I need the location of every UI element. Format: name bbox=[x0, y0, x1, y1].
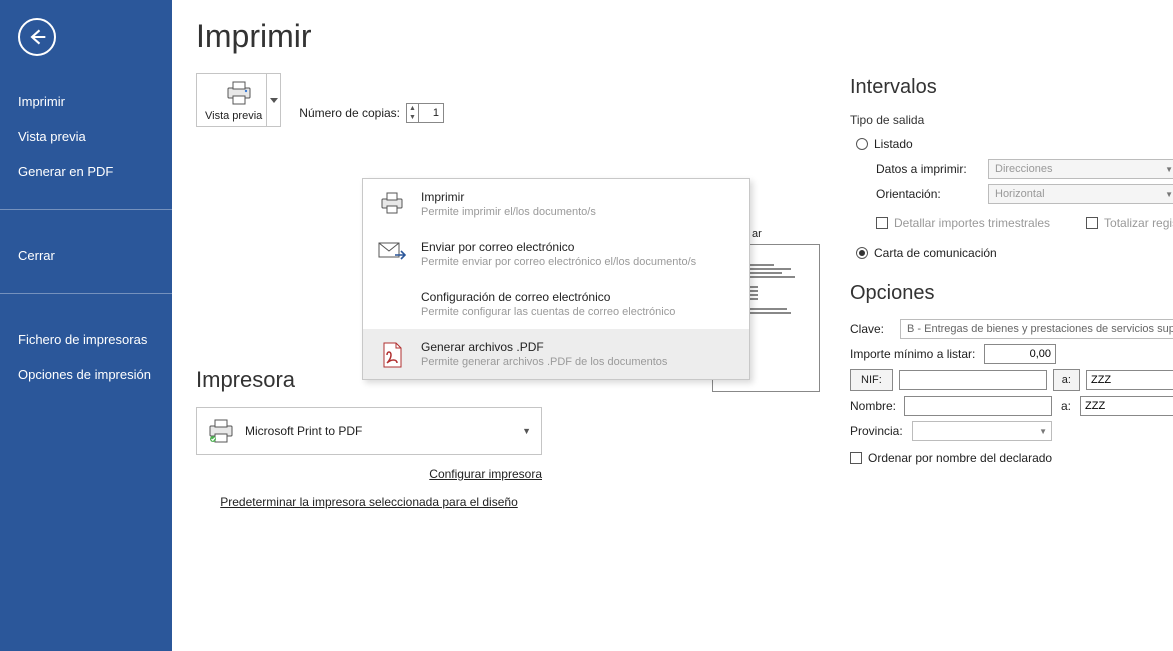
checkbox-icon bbox=[850, 452, 862, 464]
printer-selector[interactable]: Microsoft Print to PDF ▼ bbox=[196, 407, 542, 455]
checkbox-icon bbox=[876, 217, 888, 229]
copies-label: Número de copias: bbox=[299, 106, 400, 120]
tipo-salida-label: Tipo de salida bbox=[850, 113, 1173, 127]
radio-icon bbox=[856, 138, 868, 150]
datos-imprimir-label: Datos a imprimir: bbox=[876, 162, 980, 176]
nif-a-button[interactable]: a: bbox=[1053, 369, 1080, 391]
chevron-down-icon: ▼ bbox=[1165, 165, 1173, 174]
dropdown-item-title: Imprimir bbox=[421, 190, 596, 204]
radio-carta[interactable]: Carta de comunicación bbox=[856, 246, 1173, 260]
chevron-down-icon: ▼ bbox=[1039, 427, 1047, 436]
datos-imprimir-combo[interactable]: Direcciones ▼ bbox=[988, 159, 1173, 179]
intervalos-heading: Intervalos bbox=[850, 76, 1173, 99]
dropdown-item-generar-pdf[interactable]: Generar archivos .PDF Permite generar ar… bbox=[363, 329, 749, 379]
radio-icon bbox=[856, 247, 868, 259]
dropdown-item-title: Generar archivos .PDF bbox=[421, 340, 667, 354]
chk-detallar[interactable]: Detallar importes trimestrales bbox=[876, 216, 1050, 230]
nombre-to-input[interactable] bbox=[1080, 396, 1173, 416]
clave-combo[interactable]: B - Entregas de bienes y prestaciones de… bbox=[900, 319, 1173, 339]
dropdown-item-title: Enviar por correo electrónico bbox=[421, 240, 696, 254]
radio-listado-label: Listado bbox=[874, 137, 913, 151]
printer-icon bbox=[224, 80, 254, 106]
dropdown-item-subtitle: Permite generar archivos .PDF de los doc… bbox=[421, 356, 667, 368]
configurar-impresora-link[interactable]: Configurar impresora bbox=[429, 467, 542, 481]
dropdown-item-subtitle: Permite imprimir el/los documento/s bbox=[421, 206, 596, 218]
printer-ready-icon bbox=[207, 419, 235, 443]
nif-from-input[interactable] bbox=[899, 370, 1047, 390]
vista-previa-button[interactable]: Vista previa bbox=[196, 73, 281, 127]
orientacion-label: Orientación: bbox=[876, 187, 980, 201]
spinner-down[interactable]: ▼ bbox=[407, 113, 418, 122]
sidebar-item-opciones-impresion[interactable]: Opciones de impresión bbox=[0, 357, 172, 392]
nif-to-input[interactable] bbox=[1086, 370, 1173, 390]
sidebar: Imprimir Vista previa Generar en PDF Cer… bbox=[0, 0, 172, 651]
dropdown-item-subtitle: Permite configurar las cuentas de correo… bbox=[421, 306, 675, 318]
back-button[interactable] bbox=[18, 18, 56, 56]
preview-dropdown-menu: Imprimir Permite imprimir el/los documen… bbox=[362, 178, 750, 380]
spinner-up[interactable]: ▲ bbox=[407, 104, 418, 113]
clave-label: Clave: bbox=[850, 322, 894, 336]
nombre-a-label: a: bbox=[1058, 399, 1074, 413]
datos-imprimir-value: Direcciones bbox=[995, 163, 1052, 175]
radio-listado[interactable]: Listado bbox=[856, 137, 1173, 151]
chevron-down-icon bbox=[270, 98, 278, 103]
nombre-label: Nombre: bbox=[850, 399, 898, 413]
sidebar-item-cerrar[interactable]: Cerrar bbox=[0, 238, 172, 273]
orientacion-value: Horizontal bbox=[995, 188, 1045, 200]
chk-totalizar[interactable]: Totalizar registros bbox=[1086, 216, 1173, 230]
importe-input[interactable] bbox=[984, 344, 1056, 364]
dropdown-item-imprimir[interactable]: Imprimir Permite imprimir el/los documen… bbox=[363, 179, 749, 229]
main-area: Imprimir Vista previa Número de copias: … bbox=[172, 0, 1173, 651]
right-panel: Intervalos Tipo de salida Listado Datos … bbox=[850, 60, 1173, 471]
chevron-down-icon: ▼ bbox=[1165, 190, 1173, 199]
page-title: Imprimir bbox=[196, 18, 1143, 55]
chk-detallar-label: Detallar importes trimestrales bbox=[894, 216, 1050, 230]
printer-icon bbox=[377, 190, 407, 218]
copies-spinner[interactable]: ▲ ▼ 1 bbox=[406, 103, 444, 123]
importe-label: Importe mínimo a listar: bbox=[850, 347, 978, 361]
sidebar-item-imprimir[interactable]: Imprimir bbox=[0, 84, 172, 119]
sidebar-item-vista-previa[interactable]: Vista previa bbox=[0, 119, 172, 154]
chk-totalizar-label: Totalizar registros bbox=[1104, 216, 1173, 230]
pdf-icon bbox=[377, 340, 407, 368]
dropdown-item-title: Configuración de correo electrónico bbox=[421, 290, 675, 304]
nombre-from-input[interactable] bbox=[904, 396, 1052, 416]
preview-caption: ar bbox=[752, 228, 832, 240]
chk-ordenar-label: Ordenar por nombre del declarado bbox=[868, 451, 1052, 465]
provincia-combo[interactable]: ▼ bbox=[912, 421, 1052, 441]
mail-send-icon bbox=[377, 240, 407, 268]
chevron-down-icon: ▼ bbox=[522, 426, 531, 436]
orientacion-combo[interactable]: Horizontal ▼ bbox=[988, 184, 1173, 204]
clave-value: B - Entregas de bienes y prestaciones de… bbox=[907, 323, 1173, 335]
empty-icon bbox=[377, 290, 407, 318]
radio-carta-label: Carta de comunicación bbox=[874, 246, 997, 260]
vista-previa-dropdown-toggle[interactable] bbox=[266, 74, 280, 126]
opciones-heading: Opciones bbox=[850, 282, 1173, 305]
printer-name: Microsoft Print to PDF bbox=[245, 424, 362, 438]
sidebar-item-generar-pdf[interactable]: Generar en PDF bbox=[0, 154, 172, 189]
sidebar-item-fichero-impresoras[interactable]: Fichero de impresoras bbox=[0, 322, 172, 357]
provincia-label: Provincia: bbox=[850, 424, 906, 438]
chk-ordenar[interactable]: Ordenar por nombre del declarado bbox=[850, 451, 1173, 465]
vista-previa-label: Vista previa bbox=[205, 110, 272, 122]
dropdown-item-config-correo[interactable]: Configuración de correo electrónico Perm… bbox=[363, 279, 749, 329]
dropdown-item-enviar-correo[interactable]: Enviar por correo electrónico Permite en… bbox=[363, 229, 749, 279]
nif-button[interactable]: NIF: bbox=[850, 369, 893, 391]
checkbox-icon bbox=[1086, 217, 1098, 229]
arrow-left-icon bbox=[27, 27, 47, 47]
predeterminar-impresora-link[interactable]: Predeterminar la impresora seleccionada … bbox=[220, 495, 518, 509]
dropdown-item-subtitle: Permite enviar por correo electrónico el… bbox=[421, 256, 696, 268]
copies-value[interactable]: 1 bbox=[419, 104, 443, 122]
